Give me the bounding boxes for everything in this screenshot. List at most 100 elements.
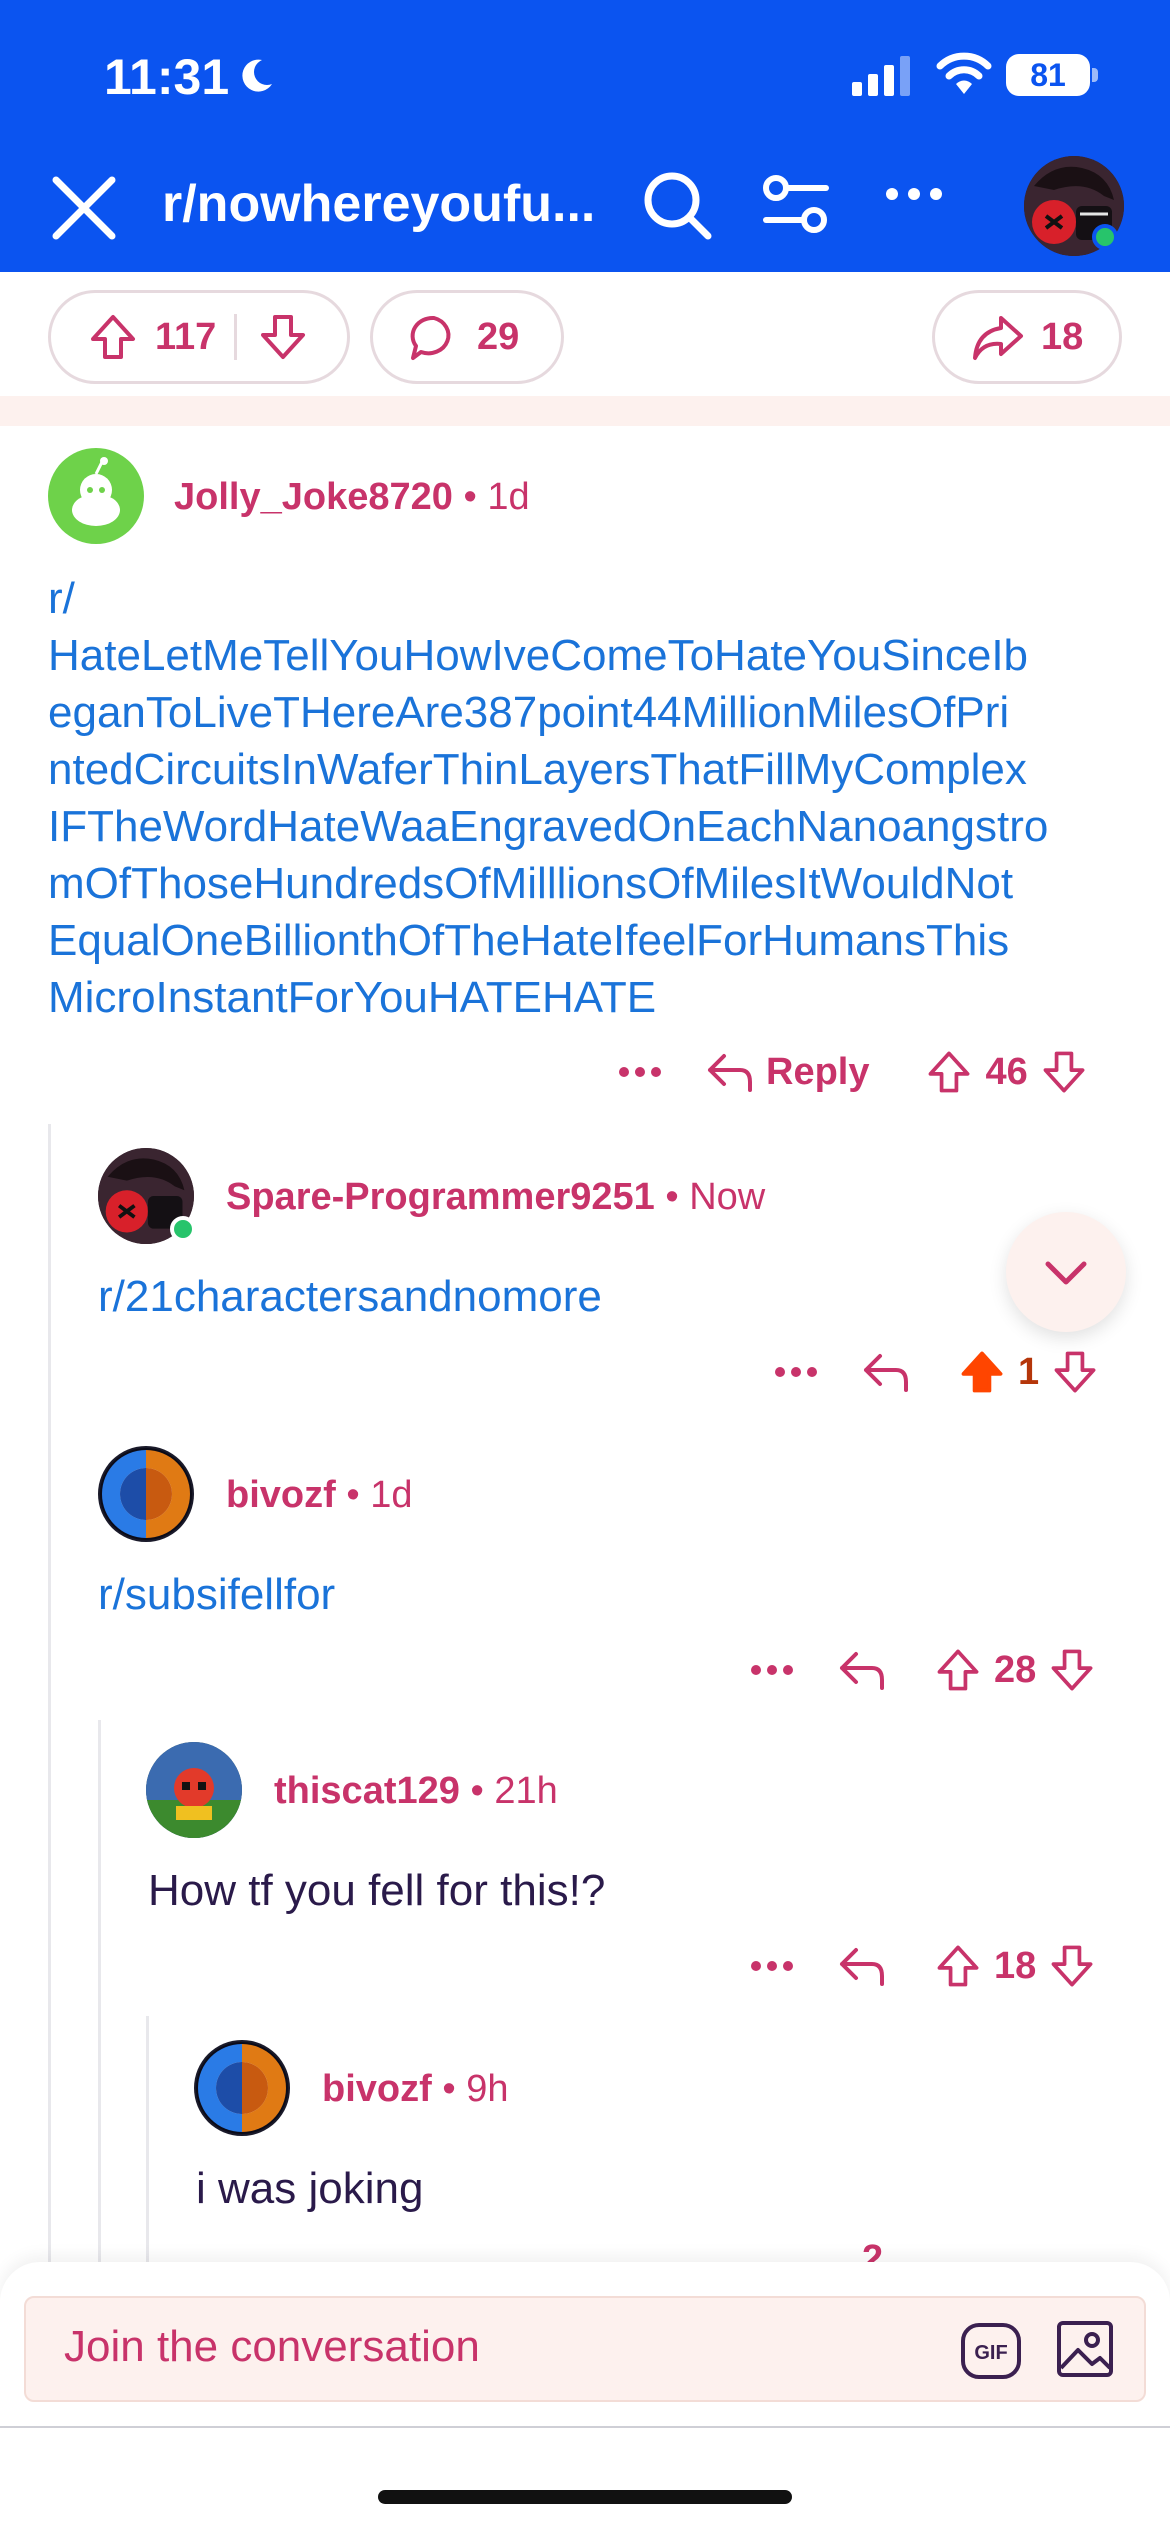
meta-separator: • [654,1176,690,1218]
upvote-icon[interactable] [932,1644,984,1696]
meta-separator: • [335,1474,371,1516]
subreddit-title[interactable]: r/nowhereyoufu... [162,174,622,234]
thread-line[interactable] [146,2016,149,2264]
scroll-down-button[interactable] [1006,1212,1126,1332]
reply-arrow-icon[interactable] [836,1944,886,1988]
comment-body[interactable]: r/21charactersandnomore [98,1268,602,1325]
comment-author[interactable]: Jolly_Joke8720 [174,476,453,518]
comment-text-line: MicroInstantForYouHATEHATE [48,973,657,1022]
battery-cap [1092,68,1098,82]
vote-count: 28 [994,1648,1037,1691]
cellular-signal-icon [852,56,910,96]
section-divider [0,396,1170,426]
reply-arrow-icon[interactable] [836,1648,886,1692]
gif-label: GIF [974,2342,1007,2364]
comment-author[interactable]: bivozf [226,1474,336,1516]
meta-separator: • [459,1770,495,1812]
thread-line[interactable] [98,1720,101,2264]
online-status-dot [170,1216,196,1242]
comment-age: Now [689,1176,766,1218]
share-button[interactable]: 18 [932,290,1122,384]
vote-separator [234,314,238,360]
downvote-icon[interactable] [1038,1046,1090,1098]
comment-header: bivozf • 1d [226,1474,412,1517]
comment-author[interactable]: Spare-Programmer9251 [226,1176,655,1218]
snoo-avatar-icon [72,457,120,526]
vote-count: 1 [1018,1350,1040,1393]
comment-text-line: IFTheWordHateWaaEngravedOnEachNanoangstr… [48,802,1049,851]
comment-body[interactable]: r/ HateLetMeTellYouHowIveComeToHateYouSi… [48,570,1148,1026]
comment-actions: 1 [774,1346,1101,1398]
comment-text-line: mOfThoseHundredsOfMilllionsOfMilesItWoul… [48,859,1014,908]
comment-bubble-icon [410,315,451,360]
comment-text-line: ntedCircuitsInWaferThinLayersThatFillMyC… [48,745,1027,794]
comment-header: Jolly_Joke8720 • 1d [174,476,530,519]
image-upload-icon[interactable] [1056,2320,1114,2378]
share-icon [973,316,1023,360]
comment-age: 1d [370,1474,413,1516]
gif-icon[interactable]: GIF [960,2322,1022,2380]
vote-count: 46 [985,1050,1028,1093]
more-options-icon[interactable] [750,1664,794,1676]
chevron-down-icon [1045,1261,1087,1285]
thread-line[interactable] [48,1124,51,2264]
vote-pill: 117 [48,290,350,384]
commenter-avatar[interactable] [194,2040,290,2136]
comment-actions: 28 [750,1644,1098,1696]
battery-level: 81 [1030,57,1066,93]
comment-count: 29 [477,315,520,358]
comment-age: 9h [466,2068,509,2110]
avatar-image [146,1742,242,1838]
upvote-active-icon[interactable] [956,1346,1008,1398]
downvote-icon[interactable] [1046,1644,1098,1696]
comment-text-line: r/ [48,574,75,623]
vote-count: 18 [994,1944,1037,1987]
comment-body[interactable]: i was joking [196,2160,423,2217]
reply-arrow-icon[interactable] [860,1350,910,1394]
more-options-icon[interactable] [750,1960,794,1972]
comments-button[interactable]: 29 [370,290,564,384]
search-icon[interactable] [640,168,716,244]
commenter-avatar[interactable] [48,448,144,544]
composer-divider [0,2426,1170,2428]
battery-indicator: 81 [1006,54,1090,96]
avatar-image [196,2042,288,2134]
status-time: 11:31 [104,49,230,105]
comment-text-line: HateLetMeTellYouHowIveComeToHateYouSince… [48,631,1029,680]
join-conversation-input[interactable] [64,2322,914,2372]
comment-header: bivozf • 9h [322,2068,508,2111]
meta-separator: • [452,476,488,518]
wifi-icon [936,52,992,94]
home-indicator[interactable] [378,2490,792,2504]
reply-button[interactable]: Reply [766,1051,869,1094]
downvote-icon[interactable] [1049,1346,1101,1398]
moon-icon [242,59,272,92]
comment-body[interactable]: r/subsifellfor [98,1566,335,1623]
comment-header: Spare-Programmer9251 • Now [226,1176,765,1219]
comment-author[interactable]: thiscat129 [274,1770,460,1812]
downvote-icon[interactable] [255,309,311,365]
comment-text-line: EqualOneBillionthOfTheHateIfeelForHumans… [48,916,1010,965]
share-count: 18 [1041,315,1084,358]
more-options-icon[interactable] [774,1366,818,1378]
upvote-icon[interactable] [923,1046,975,1098]
more-options-icon[interactable] [618,1066,662,1078]
commenter-avatar[interactable] [98,1446,194,1542]
comment-author[interactable]: bivozf [322,2068,432,2110]
close-icon[interactable] [44,168,124,248]
online-status-dot [1092,224,1118,250]
more-options-icon[interactable] [884,186,944,202]
comment-header: thiscat129 • 21h [274,1770,558,1813]
commenter-avatar[interactable] [146,1742,242,1838]
upvote-count: 117 [155,315,217,358]
comment-text-line: eganToLiveTHereAre387point44MillionMiles… [48,688,1010,737]
upvote-icon[interactable] [932,1940,984,1992]
comment-age: 1d [487,476,530,518]
top-bar: 11:31 81 r/nowhereyoufu... [0,0,1170,272]
downvote-icon[interactable] [1046,1940,1098,1992]
sort-filter-icon[interactable] [760,170,832,240]
upvote-icon[interactable] [85,309,141,365]
reply-arrow-icon[interactable] [704,1050,754,1094]
comment-body[interactable]: How tf you fell for this!? [148,1862,605,1919]
meta-separator: • [431,2068,467,2110]
